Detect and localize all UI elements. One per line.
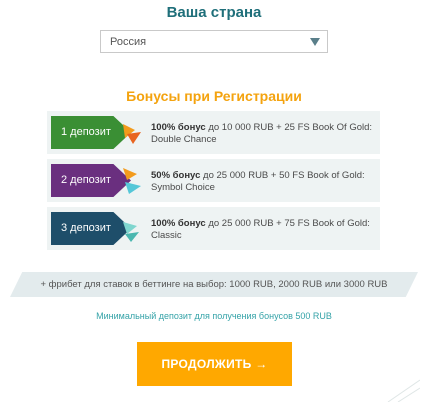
bonus-1-percent: 100% бонус xyxy=(151,122,206,133)
ribbon-arrow-icon xyxy=(123,168,141,194)
freebet-banner: + фрибет для ставок в беттинге на выбор:… xyxy=(10,272,418,297)
bonus-section-title: Бонусы при Регистрации xyxy=(126,88,302,104)
freebet-text: + фрибет для ставок в беттинге на выбор:… xyxy=(40,279,388,290)
decorative-lines-icon xyxy=(387,379,420,402)
ribbon-arrow-icon xyxy=(123,222,139,242)
bonus-card-1: 1 депозит 100% бонус до 10 000 RUB + 25 … xyxy=(47,111,380,154)
min-deposit-note: Минимальный депозит для получения бонусо… xyxy=(96,311,332,321)
bonus-card-3: 3 депозит 100% бонус до 25 000 RUB + 75 … xyxy=(47,207,380,250)
country-heading: Ваша страна xyxy=(166,4,262,21)
bonus-3-percent: 100% бонус xyxy=(151,218,206,229)
bonus-card-3-desc: 100% бонус до 25 000 RUB + 75 FS Book of… xyxy=(151,218,373,242)
chevron-down-icon[interactable] xyxy=(310,38,320,46)
bonus-card-2-desc: 50% бонус до 25 000 RUB + 50 FS Book of … xyxy=(151,170,373,194)
ribbon-arrow-icon xyxy=(123,124,141,144)
country-select[interactable]: Россия xyxy=(100,30,328,53)
continue-button[interactable]: ПРОДОЛЖИТЬ → xyxy=(137,342,292,386)
bonus-card-1-desc: 100% бонус до 10 000 RUB + 25 FS Book Of… xyxy=(151,122,373,146)
country-select-value: Россия xyxy=(110,36,147,48)
bonus-card-2: 2 депозит 50% бонус до 25 000 RUB + 50 F… xyxy=(47,159,380,202)
bonus-2-percent: 50% бонус xyxy=(151,170,201,181)
